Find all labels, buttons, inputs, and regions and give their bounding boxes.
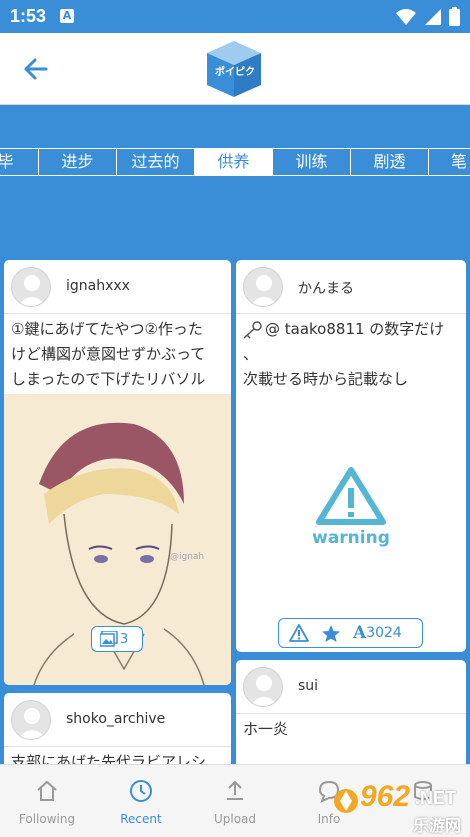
tag-3[interactable]: 供养 [194, 149, 272, 175]
wifi-icon [396, 8, 416, 25]
tag-5[interactable]: 剧透 [350, 149, 428, 175]
post-card[interactable]: sui ホ一炎 [236, 660, 466, 764]
username[interactable]: ignahxxx [66, 278, 130, 294]
arrow-left-icon [24, 58, 48, 80]
svg-text:@ignah: @ignah [170, 552, 204, 562]
tag-4[interactable]: 训练 [272, 149, 350, 175]
post-card[interactable]: shoko_archive 支部にあげた先代ラビアレシ [4, 693, 231, 764]
post-text: 支部にあげた先代ラビアレシ [11, 753, 207, 764]
post-text: ホ一炎 [243, 720, 289, 738]
status-time: 1:53 [10, 6, 47, 26]
reaction-count: A 3024 [353, 623, 402, 643]
post-header: ignahxxx [4, 260, 231, 314]
back-button[interactable] [20, 53, 52, 85]
watermark-suffix: .NET [415, 788, 457, 808]
app-header: ポイピク [0, 33, 470, 105]
username[interactable]: sui [298, 678, 318, 694]
notification-icon: A [60, 9, 74, 23]
warning-icon [316, 467, 386, 525]
post-header: shoko_archive [4, 693, 231, 747]
images-icon [100, 631, 118, 647]
status-bar: 1:53 A [0, 0, 470, 33]
username[interactable]: かんまる [298, 278, 354, 298]
upload-icon [227, 780, 243, 800]
nav-upload[interactable]: Upload [188, 765, 282, 837]
image-count-badge[interactable]: 3 [91, 626, 143, 652]
post-card[interactable]: ignahxxx ①鍵にあげてたやつ②作った けど構図が意図せずかぶって しまっ… [4, 260, 231, 685]
post-header: かんまる [236, 260, 466, 314]
nav-recent[interactable]: Recent [94, 765, 188, 837]
home-icon [37, 780, 57, 801]
battery-icon [449, 7, 460, 26]
avatar[interactable] [243, 267, 283, 307]
post-card[interactable]: かんまる @ taako8811 の数字だけ 、 次載せる時から記載なし war… [236, 260, 466, 652]
reaction-bar[interactable]: A 3024 [278, 618, 423, 648]
nav-label: Recent [120, 812, 162, 826]
poipiku-logo: ポイピク [205, 39, 263, 99]
status-icons [395, 7, 460, 26]
post-text: @ taako8811 の数字だけ 、 次載せる時から記載なし [243, 320, 445, 388]
site-watermark: 962 .NET 乐游网 [330, 776, 470, 837]
tag-strip: 毕 进步 过去的 供养 训练 剧透 笔 [0, 148, 470, 176]
watermark-caption: 乐游网 [413, 816, 462, 835]
watermark-number: 962 [360, 780, 411, 813]
nav-label: Following [18, 812, 76, 826]
avatar[interactable] [11, 267, 51, 307]
star-icon [322, 624, 340, 642]
warning-placeholder[interactable]: warning [311, 466, 391, 548]
username[interactable]: shoko_archive [66, 711, 165, 727]
warning-small-icon [289, 624, 309, 642]
post-feed[interactable]: ignahxxx ①鍵にあげてたやつ②作った けど構図が意図せずかぶって しまっ… [0, 258, 470, 764]
tag-0[interactable]: 毕 [0, 149, 38, 175]
post-header: sui [236, 660, 466, 714]
logo-text: ポイピク [215, 67, 255, 78]
avatar[interactable] [243, 667, 283, 707]
signal-icon [425, 8, 441, 25]
clock-icon [130, 780, 152, 802]
tag-area [0, 105, 470, 258]
tag-1[interactable]: 进步 [38, 149, 116, 175]
tag-2[interactable]: 过去的 [116, 149, 194, 175]
post-text: ①鍵にあげてたやつ②作った けど構図が意図せずかぶって しまったので下げたリバソ… [11, 320, 206, 388]
image-count: 3 [120, 631, 129, 647]
tag-6[interactable]: 笔 [428, 149, 470, 175]
warning-label: warning [312, 528, 390, 548]
nav-following[interactable]: Following [0, 765, 94, 837]
avatar[interactable] [11, 700, 51, 740]
nav-label: Upload [213, 812, 257, 826]
